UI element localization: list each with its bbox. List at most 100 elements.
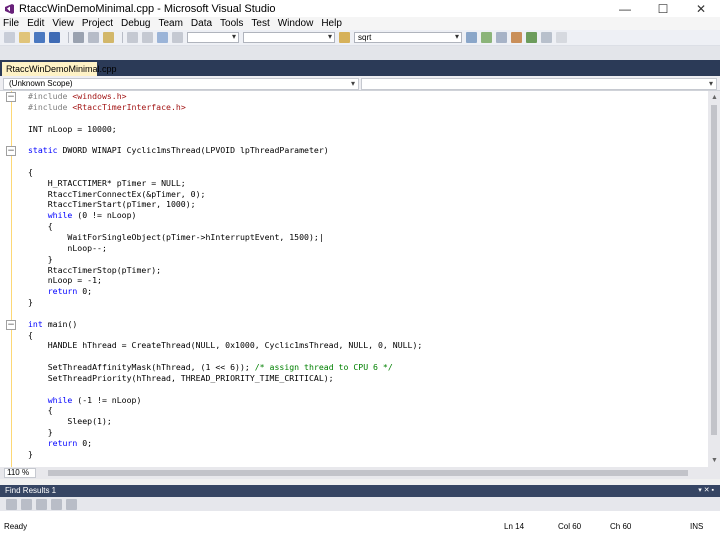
code-text[interactable]: #include <windows.h> #include <RtaccTimer… xyxy=(28,91,422,460)
scroll-up-icon[interactable]: ▲ xyxy=(711,94,718,101)
code-line[interactable]: { xyxy=(28,221,422,232)
save-icon[interactable] xyxy=(34,32,45,43)
menu-edit[interactable]: Edit xyxy=(27,18,44,29)
menu-window[interactable]: Window xyxy=(278,18,314,29)
code-editor[interactable]: − − − #include <windows.h> #include <Rtac… xyxy=(0,91,720,467)
save-all-icon[interactable] xyxy=(49,32,60,43)
code-line[interactable]: RtaccTimerConnectEx(&pTimer, 0); xyxy=(28,189,422,200)
code-token: SetThreadPriority(hThread, THREAD_PRIORI… xyxy=(28,372,334,383)
code-line[interactable] xyxy=(28,384,422,395)
code-line[interactable]: return 0; xyxy=(28,286,422,297)
code-line[interactable]: int main() xyxy=(28,319,422,330)
properties-icon[interactable] xyxy=(481,32,492,43)
code-line[interactable]: SetThreadAffinityMask(hThread, (1 << 6))… xyxy=(28,362,422,373)
window-controls: — ☐ ✕ xyxy=(606,0,720,17)
code-line[interactable]: { xyxy=(28,167,422,178)
copy-icon[interactable] xyxy=(88,32,99,43)
new-project-icon[interactable] xyxy=(4,32,15,43)
close-button[interactable]: ✕ xyxy=(682,0,720,17)
vertical-scrollbar[interactable]: ▲ ▼ xyxy=(708,91,720,467)
redo-icon[interactable] xyxy=(142,32,153,43)
paste-icon[interactable] xyxy=(103,32,114,43)
next-result-icon[interactable] xyxy=(36,498,47,510)
go-to-location-icon[interactable] xyxy=(6,498,17,510)
start-page-icon[interactable] xyxy=(526,32,537,43)
find-results-title-bar: Find Results 1 ▾ ✕ ▪ xyxy=(0,485,720,497)
code-line[interactable] xyxy=(28,134,422,145)
code-token: nLoop--; xyxy=(28,242,107,253)
undo-icon[interactable] xyxy=(127,32,138,43)
menu-project[interactable]: Project xyxy=(82,18,113,29)
find-combo[interactable]: sqrt xyxy=(354,32,462,43)
code-line[interactable]: RtaccTimerStop(pTimer); xyxy=(28,265,422,276)
code-line[interactable]: SetThreadPriority(hThread, THREAD_PRIORI… xyxy=(28,373,422,384)
code-line[interactable]: } xyxy=(28,254,422,265)
code-token: <RtaccTimerInterface.h> xyxy=(72,101,186,112)
code-line[interactable]: nLoop--; xyxy=(28,243,422,254)
code-line[interactable]: H_RTACCTIMER* pTimer = NULL; xyxy=(28,178,422,189)
code-line[interactable]: #include <windows.h> xyxy=(28,91,422,102)
toolbox-icon[interactable] xyxy=(511,32,522,43)
code-line[interactable] xyxy=(28,156,422,167)
open-file-icon[interactable] xyxy=(19,32,30,43)
code-line[interactable]: { xyxy=(28,330,422,341)
find-in-files-icon[interactable] xyxy=(339,32,350,43)
code-line[interactable]: } xyxy=(28,427,422,438)
maximize-button[interactable]: ☐ xyxy=(644,0,682,17)
outline-collapse-icon[interactable]: − xyxy=(6,92,16,102)
solution-explorer-icon[interactable] xyxy=(466,32,477,43)
code-line[interactable] xyxy=(28,113,422,124)
navigate-icon[interactable] xyxy=(157,32,168,43)
code-line[interactable]: } xyxy=(28,449,422,460)
menu-test[interactable]: Test xyxy=(251,18,269,29)
cut-icon[interactable] xyxy=(73,32,84,43)
code-line[interactable]: static DWORD WINAPI Cyclic1msThread(LPVO… xyxy=(28,145,422,156)
visual-studio-icon xyxy=(5,3,14,14)
member-combo[interactable]: ▾ xyxy=(361,78,717,90)
menu-file[interactable]: File xyxy=(3,18,19,29)
menu-tools[interactable]: Tools xyxy=(220,18,243,29)
code-token: } xyxy=(28,427,53,438)
zoom-combo[interactable]: 110 % xyxy=(4,468,36,478)
extension-icon[interactable] xyxy=(541,32,552,43)
minimize-button[interactable]: — xyxy=(606,0,644,17)
code-line[interactable]: Sleep(1); xyxy=(28,416,422,427)
code-line[interactable] xyxy=(28,351,422,362)
solution-platform-combo[interactable] xyxy=(243,32,335,43)
code-line[interactable]: HANDLE hThread = CreateThread(NULL, 0x10… xyxy=(28,340,423,351)
scrollbar-thumb[interactable] xyxy=(711,105,717,435)
code-line[interactable]: while (0 != nLoop) xyxy=(28,210,422,221)
stop-find-icon[interactable] xyxy=(66,498,77,510)
start-debug-icon[interactable] xyxy=(172,32,183,43)
clear-results-icon[interactable] xyxy=(51,498,62,510)
code-line[interactable]: { xyxy=(28,405,422,416)
code-line[interactable]: #include <RtaccTimerInterface.h> xyxy=(28,102,422,113)
navigation-bar: (Unknown Scope) ▾ ▾ xyxy=(0,76,720,91)
code-line[interactable] xyxy=(28,308,422,319)
code-line[interactable]: WaitForSingleObject(pTimer->hInterruptEv… xyxy=(28,232,422,243)
tab-rtaccwindemominimal[interactable]: RtaccWinDemoMinimal.cpp xyxy=(2,62,117,76)
previous-result-icon[interactable] xyxy=(21,498,32,510)
code-line[interactable]: INT nLoop = 10000; xyxy=(28,124,422,135)
menu-view[interactable]: View xyxy=(52,18,74,29)
horizontal-scrollbar-thumb[interactable] xyxy=(48,470,688,476)
object-browser-icon[interactable] xyxy=(496,32,507,43)
code-line[interactable]: RtaccTimerStart(pTimer, 1000); xyxy=(28,199,422,210)
menu-debug[interactable]: Debug xyxy=(121,18,150,29)
outline-collapse-icon[interactable]: − xyxy=(6,146,16,156)
code-token: Sleep(1); xyxy=(28,416,112,427)
code-line[interactable]: } xyxy=(28,297,422,308)
menu-help[interactable]: Help xyxy=(321,18,342,29)
menu-team[interactable]: Team xyxy=(158,18,182,29)
panel-controls[interactable]: ▾ ✕ ▪ xyxy=(698,485,714,497)
scope-combo[interactable]: (Unknown Scope) ▾ xyxy=(3,78,359,90)
solution-config-combo[interactable] xyxy=(187,32,239,43)
code-token: (0 != nLoop) xyxy=(72,210,137,221)
outline-collapse-icon[interactable]: − xyxy=(6,320,16,330)
more-tools-icon[interactable] xyxy=(556,32,567,43)
code-line[interactable]: while (-1 != nLoop) xyxy=(28,395,422,406)
menu-data[interactable]: Data xyxy=(191,18,212,29)
code-line[interactable]: return 0; xyxy=(28,438,422,449)
code-line[interactable]: nLoop = -1; xyxy=(28,275,422,286)
scroll-down-icon[interactable]: ▼ xyxy=(711,457,718,464)
